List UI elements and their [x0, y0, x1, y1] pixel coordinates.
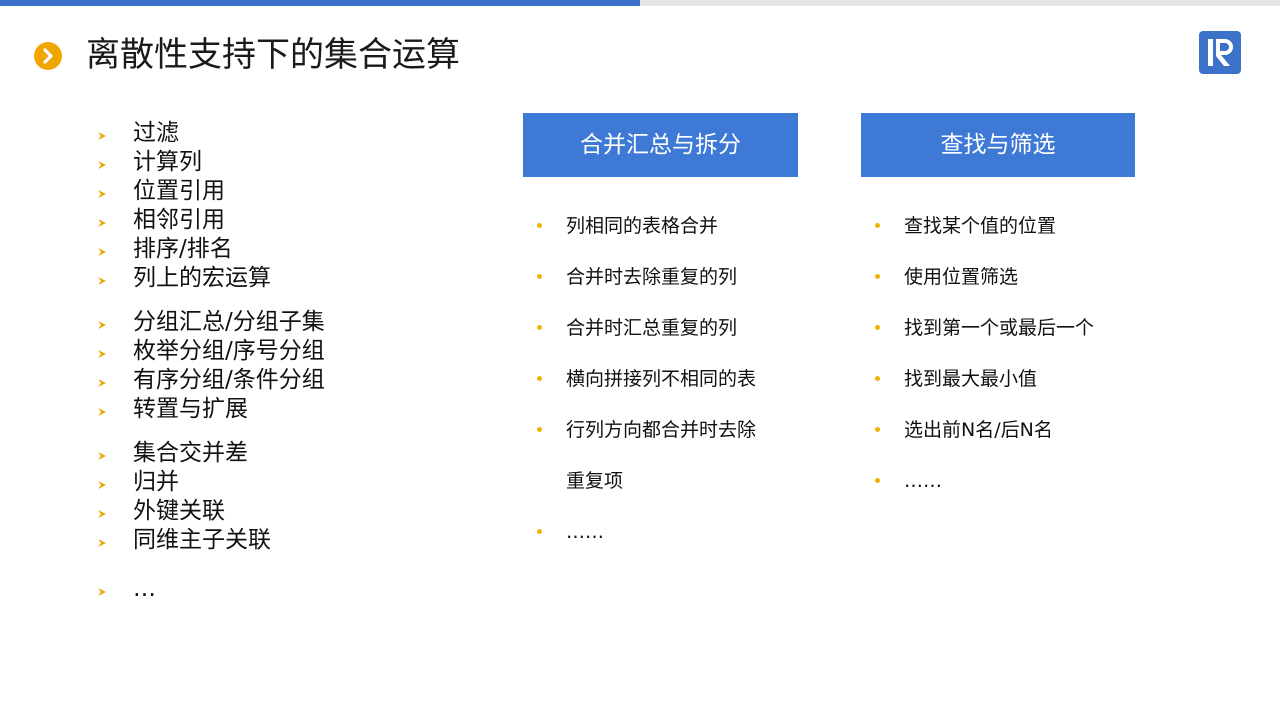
arrow-bullet-icon: [96, 148, 110, 177]
arrow-bullet-icon: [96, 439, 110, 468]
list-item: 归并: [96, 468, 496, 497]
list-item-label: 同维主子关联: [133, 527, 271, 553]
merge-split-column: 合并汇总与拆分 列相同的表格合并 合并时去除重复的列 合并时汇总重复的列 横向拼接列不…: [523, 113, 798, 558]
left-list-group: 过滤计算列位置引用相邻引用排序/排名列上的宏运算: [96, 119, 496, 293]
slide-progress-fill: [0, 0, 640, 6]
list-item-label: 列相同的表格合并: [566, 215, 719, 237]
list-item: 同维主子关联: [96, 526, 496, 555]
arrow-bullet-icon: [96, 264, 110, 293]
list-item: 查找某个值的位置: [861, 201, 1135, 252]
search-filter-column: 查找与筛选 查找某个值的位置 使用位置筛选找到第一个或最后一个 找到最大最小值 选出前…: [861, 113, 1135, 507]
list-item-label: ……: [904, 470, 942, 492]
bullet-dot-icon: [875, 427, 880, 432]
list-item: 合并时去除重复的列: [523, 252, 798, 303]
arrow-bullet-icon: [96, 235, 110, 264]
arrow-bullet-icon: [96, 337, 110, 366]
search-filter-list: 查找某个值的位置 使用位置筛选找到第一个或最后一个 找到最大最小值 选出前N名/后N名…: [861, 201, 1135, 507]
list-item-label: 合并时去除重复的列: [566, 266, 738, 288]
arrow-bullet-icon: [96, 468, 110, 497]
bullet-dot-icon: [875, 478, 880, 483]
arrow-bullet-icon: [96, 366, 110, 395]
list-item-label: 列上的宏运算: [133, 265, 271, 291]
list-item: ……: [861, 456, 1135, 507]
list-item: …: [96, 575, 496, 604]
list-item: 列上的宏运算: [96, 264, 496, 293]
bullet-dot-icon: [875, 376, 880, 381]
chevron-right-circle-icon: [34, 42, 62, 70]
list-item: 横向拼接列不相同的表: [523, 354, 798, 405]
list-item: 过滤: [96, 119, 496, 148]
arrow-bullet-icon: [96, 395, 110, 424]
list-item: 集合交并差: [96, 439, 496, 468]
arrow-bullet-icon: [96, 575, 110, 604]
brand-logo-icon: [1199, 31, 1241, 74]
arrow-bullet-icon: [96, 308, 110, 337]
arrow-bullet-icon: [96, 526, 110, 555]
list-item-label: 集合交并差: [133, 440, 248, 466]
list-item-label: 行列方向都合并时去除: [566, 419, 757, 441]
bullet-dot-icon: [537, 529, 542, 534]
column-header-merge-split: 合并汇总与拆分: [523, 113, 798, 177]
bullet-dot-icon: [537, 274, 542, 279]
list-item: 重复项: [523, 456, 798, 507]
list-item-label: 过滤: [133, 120, 179, 146]
list-item-label: 找到第一个或最后一个: [904, 317, 1095, 339]
left-list-group: …: [96, 575, 496, 604]
list-item-label: ……: [566, 521, 604, 543]
list-item: 枚举分组/序号分组: [96, 337, 496, 366]
list-item-label: 转置与扩展: [133, 396, 248, 422]
list-item-label: 重复项: [566, 470, 624, 492]
list-item-label: 排序/排名: [133, 236, 233, 262]
bullet-dot-icon: [875, 223, 880, 228]
list-item: 列相同的表格合并: [523, 201, 798, 252]
list-item-label: 归并: [133, 469, 179, 495]
list-item: 排序/排名: [96, 235, 496, 264]
list-item-label: 使用位置筛选: [904, 266, 1019, 288]
left-feature-list: 过滤计算列位置引用相邻引用排序/排名列上的宏运算分组汇总/分组子集 枚举分组/序号…: [96, 119, 496, 619]
bullet-dot-icon: [537, 325, 542, 330]
list-item: 行列方向都合并时去除: [523, 405, 798, 456]
list-item: 使用位置筛选: [861, 252, 1135, 303]
list-item-label: 位置引用: [133, 178, 225, 204]
list-item: 外键关联: [96, 497, 496, 526]
bullet-dot-icon: [537, 376, 542, 381]
list-item: 相邻引用: [96, 206, 496, 235]
list-item-label: …: [133, 576, 156, 602]
arrow-bullet-icon: [96, 206, 110, 235]
list-item-label: 有序分组/条件分组: [133, 367, 325, 393]
arrow-bullet-icon: [96, 497, 110, 526]
list-item: 位置引用: [96, 177, 496, 206]
list-item: 计算列: [96, 148, 496, 177]
page-title: 离散性支持下的集合运算: [86, 35, 460, 75]
list-item: 有序分组/条件分组: [96, 366, 496, 395]
arrow-bullet-icon: [96, 177, 110, 206]
list-item: 找到最大最小值: [861, 354, 1135, 405]
merge-split-list: 列相同的表格合并 合并时去除重复的列 合并时汇总重复的列 横向拼接列不相同的表 行列方向…: [523, 201, 798, 558]
list-item-label: 查找某个值的位置: [904, 215, 1057, 237]
list-item: 合并时汇总重复的列: [523, 303, 798, 354]
list-item-label: 相邻引用: [133, 207, 225, 233]
list-item-label: 外键关联: [133, 498, 225, 524]
bullet-dot-icon: [875, 325, 880, 330]
list-item-label: 计算列: [133, 149, 202, 175]
list-item-label: 枚举分组/序号分组: [133, 338, 325, 364]
list-item: 找到第一个或最后一个: [861, 303, 1135, 354]
list-item-label: 分组汇总/分组子集: [133, 309, 325, 335]
list-item: ……: [523, 507, 798, 558]
left-list-group: 分组汇总/分组子集 枚举分组/序号分组 有序分组/条件分组 转置与扩展: [96, 308, 496, 424]
list-item-label: 选出前N名/后N名: [904, 419, 1053, 441]
bullet-dot-icon: [537, 427, 542, 432]
column-header-search-filter: 查找与筛选: [861, 113, 1135, 177]
arrow-bullet-icon: [96, 119, 110, 148]
bullet-dot-icon: [537, 223, 542, 228]
left-list-group: 集合交并差归并外键关联同维主子关联: [96, 439, 496, 555]
list-item: 分组汇总/分组子集: [96, 308, 496, 337]
bullet-dot-icon: [875, 274, 880, 279]
list-item-label: 合并时汇总重复的列: [566, 317, 738, 339]
list-item: 选出前N名/后N名: [861, 405, 1135, 456]
list-item-label: 横向拼接列不相同的表: [566, 368, 757, 390]
list-item-label: 找到最大最小值: [904, 368, 1038, 390]
list-item: 转置与扩展: [96, 395, 496, 424]
slide-progress-track: [0, 0, 1280, 6]
